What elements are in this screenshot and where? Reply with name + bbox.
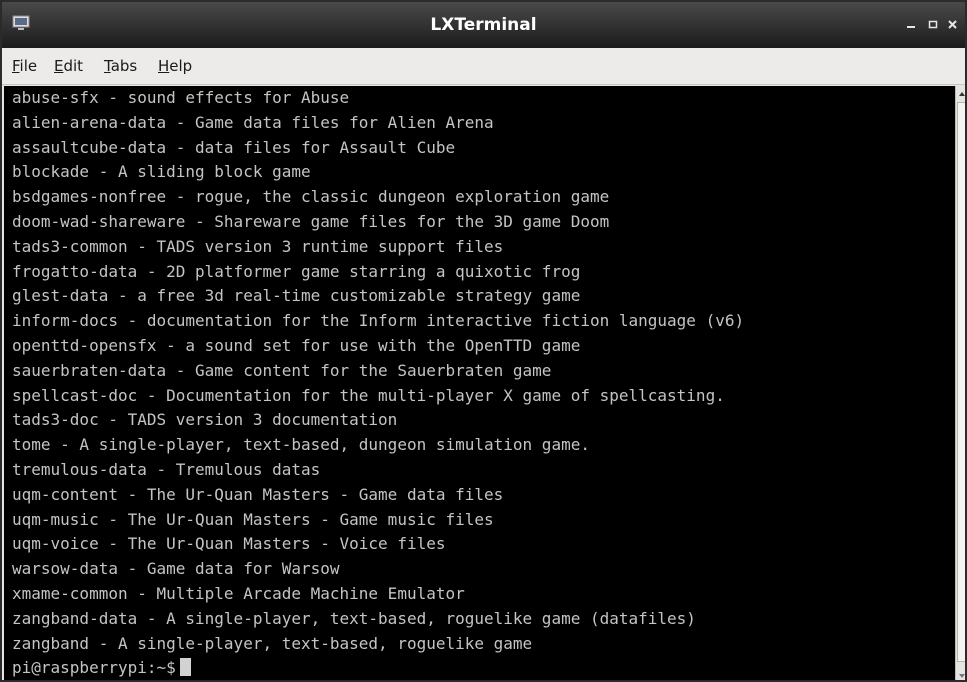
terminal-line: xmame-common - Multiple Arcade Machine E… xyxy=(12,583,465,603)
shell-prompt: pi@raspberrypi:~$ xyxy=(12,658,176,677)
minimize-icon[interactable] xyxy=(903,16,919,32)
terminal-lines: abuse-sfx - sound effects for Abuse alie… xyxy=(12,86,744,656)
scroll-down-arrow-icon[interactable] xyxy=(957,668,965,680)
terminal-line: tads3-common - TADS version 3 runtime su… xyxy=(12,236,504,256)
close-icon[interactable] xyxy=(945,16,961,32)
terminal-line: tome - A single-player, text-based, dung… xyxy=(12,435,590,455)
terminal-line: tads3-doc - TADS version 3 documentation xyxy=(12,410,398,430)
text-cursor xyxy=(179,658,191,676)
menu-file[interactable]: File xyxy=(12,48,37,84)
terminal-line: tremulous-data - Tremulous datas xyxy=(12,459,321,479)
terminal-output[interactable]: abuse-sfx - sound effects for Abuse alie… xyxy=(4,86,955,680)
terminal-line: warsow-data - Game data for Warsow xyxy=(12,559,340,579)
terminal-line: openttd-opensfx - a sound set for use wi… xyxy=(12,335,581,355)
terminal-line: frogatto-data - 2D platformer game starr… xyxy=(12,261,581,281)
title-bar[interactable]: LXTerminal xyxy=(2,2,965,48)
terminal-line: assaultcube-data - data files for Assaul… xyxy=(12,137,456,157)
terminal-line: doom-wad-shareware - Shareware game file… xyxy=(12,211,610,231)
maximize-icon[interactable] xyxy=(925,16,941,32)
terminal-line: sauerbraten-data - Game content for the … xyxy=(12,360,552,380)
scroll-up-arrow-icon[interactable] xyxy=(957,86,965,100)
lxterminal-window: LXTerminal File Edit Tabs Help abuse-sfx… xyxy=(0,0,967,682)
terminal-line: zangband - A single-player, text-based, … xyxy=(12,633,533,653)
terminal-line: zangband-data - A single-player, text-ba… xyxy=(12,608,696,628)
terminal-line: blockade - A sliding block game xyxy=(12,162,311,182)
menu-tabs[interactable]: Tabs xyxy=(104,48,137,84)
terminal-line: uqm-voice - The Ur-Quan Masters - Voice … xyxy=(12,534,446,554)
vertical-scrollbar[interactable] xyxy=(955,86,965,680)
menu-edit[interactable]: Edit xyxy=(54,48,83,84)
menu-bar: File Edit Tabs Help xyxy=(2,48,965,85)
prompt-line[interactable]: pi@raspberrypi:~$ xyxy=(12,656,191,680)
menu-help[interactable]: Help xyxy=(158,48,192,84)
terminal-line: uqm-content - The Ur-Quan Masters - Game… xyxy=(12,484,504,504)
terminal-line: bsdgames-nonfree - rogue, the classic du… xyxy=(12,187,610,207)
window-title: LXTerminal xyxy=(430,15,537,35)
terminal-line: uqm-music - The Ur-Quan Masters - Game m… xyxy=(12,509,494,529)
terminal-line: inform-docs - documentation for the Info… xyxy=(12,311,745,331)
scrollbar-thumb[interactable] xyxy=(957,102,965,662)
terminal-line: alien-arena-data - Game data files for A… xyxy=(12,112,494,132)
terminal-line: abuse-sfx - sound effects for Abuse xyxy=(12,88,350,107)
terminal-line: glest-data - a free 3d real-time customi… xyxy=(12,286,581,306)
terminal-line: spellcast-doc - Documentation for the mu… xyxy=(12,385,725,405)
